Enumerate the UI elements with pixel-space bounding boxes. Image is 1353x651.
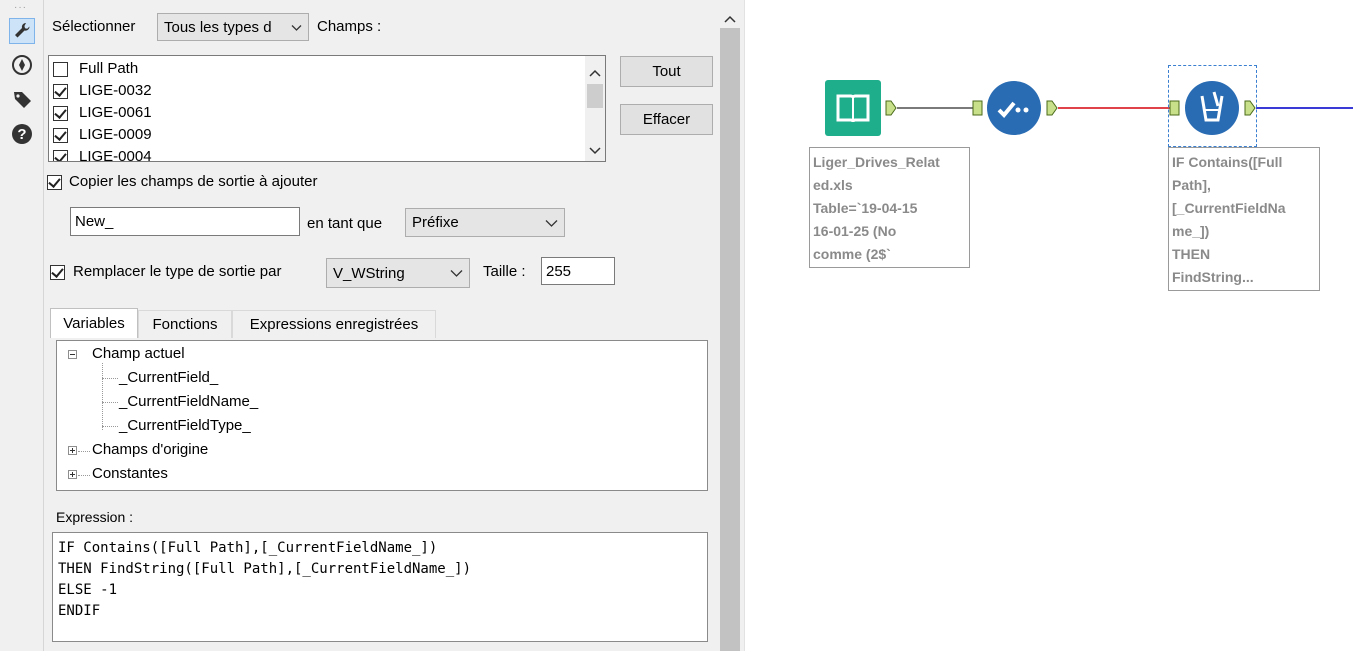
prefix-mode-dropdown[interactable]: Préfixe (405, 208, 565, 237)
clear-button[interactable]: Effacer (620, 104, 713, 135)
annotation-line: ed.xls (813, 177, 853, 193)
replace-type-label: Remplacer le type de sortie par (73, 263, 282, 280)
output-type-dropdown[interactable]: V_WString (326, 258, 470, 288)
size-input[interactable]: 255 (541, 257, 615, 285)
annotation-line: IF Contains([Full (1172, 154, 1283, 170)
type-filter-value: Tous les types d (164, 18, 272, 36)
input-tool-annotation: Liger_Drives_Relat ed.xls Table=`19-04-1… (809, 147, 970, 268)
chevron-down-icon[interactable] (589, 142, 601, 159)
field-list-scrollbar[interactable] (585, 56, 605, 161)
replace-type-checkbox[interactable] (50, 265, 65, 280)
chevron-up-icon[interactable] (589, 64, 601, 81)
select-all-button[interactable]: Tout (620, 56, 713, 87)
connector-formula-output (1256, 107, 1353, 109)
expression-line: ENDIF (58, 603, 101, 619)
chevron-down-icon (545, 214, 558, 231)
field-list[interactable]: Full Path LIGE-0032 LIGE-0061 LIGE-0009 … (48, 55, 606, 162)
expression-line: IF Contains([Full Path],[_CurrentFieldNa… (58, 540, 438, 556)
config-panel-scrollbar[interactable] (716, 0, 744, 651)
annotation-line: [_CurrentFieldNa (1172, 200, 1286, 216)
field-name: LIGE-0004 (79, 148, 152, 162)
tree-group-original-fields[interactable]: Champs d'origine (92, 441, 208, 459)
tree-connector (78, 475, 90, 476)
expression-editor[interactable]: IF Contains([Full Path],[_CurrentFieldNa… (52, 532, 708, 642)
tag-icon[interactable] (9, 86, 35, 112)
multi-field-formula-tool[interactable] (1184, 80, 1240, 136)
annotation-line: THEN (1172, 246, 1211, 262)
field-name: LIGE-0061 (79, 104, 152, 121)
field-list-scroll-thumb[interactable] (587, 84, 603, 108)
field-checkbox[interactable] (53, 84, 68, 99)
variables-tree[interactable]: Champ actuel _CurrentField_ _CurrentFiel… (56, 340, 708, 491)
config-panel-scroll-thumb[interactable] (720, 28, 740, 651)
tree-item-current-field-type[interactable]: _CurrentFieldType_ (119, 417, 251, 435)
connector-select-to-formula (1058, 107, 1170, 109)
field-name: Full Path (79, 60, 139, 77)
expression-line: ELSE -1 (58, 582, 118, 598)
annotation-line: me_]) (1172, 223, 1210, 239)
tree-connector (102, 402, 118, 403)
annotation-line: 16-01-25 (No (813, 223, 897, 239)
rail-grip-icon: ··· (14, 2, 27, 13)
input-anchor-icon[interactable] (1169, 100, 1181, 120)
tab-saved-expressions[interactable]: Expressions enregistrées (232, 310, 436, 338)
select-label: Sélectionner (52, 18, 136, 35)
annotation-line: Liger_Drives_Relat (813, 154, 940, 170)
output-anchor-icon[interactable] (1046, 100, 1058, 120)
annotation-line: Path], (1172, 177, 1211, 193)
tree-group-current-field[interactable]: Champ actuel (92, 345, 185, 363)
prefix-mode-value: Préfixe (412, 214, 459, 231)
tree-item-current-field[interactable]: _CurrentField_ (119, 369, 218, 387)
chevron-down-icon (291, 19, 302, 36)
fields-label: Champs : (317, 18, 382, 35)
expression-label: Expression : (56, 509, 134, 525)
navigate-icon[interactable] (9, 52, 35, 78)
tree-group-constants[interactable]: Constantes (92, 465, 168, 483)
tree-connector (102, 378, 118, 379)
svg-text:?: ? (17, 126, 26, 143)
field-checkbox[interactable] (53, 62, 68, 77)
expand-toggle-icon[interactable] (68, 470, 77, 479)
input-anchor-icon[interactable] (972, 100, 984, 120)
input-data-tool[interactable] (825, 80, 881, 136)
annotation-line: FindString... (1172, 269, 1254, 285)
output-anchor-icon[interactable] (885, 100, 897, 120)
tool-config-rail: ··· ? (0, 0, 44, 651)
formula-tool-annotation: IF Contains([Full Path], [_CurrentFieldN… (1168, 147, 1320, 291)
wrench-icon[interactable] (9, 18, 35, 44)
connector-input-to-select (897, 107, 973, 109)
tab-variables[interactable]: Variables (50, 308, 138, 338)
field-checkbox[interactable] (53, 150, 68, 161)
tree-item-current-field-name[interactable]: _CurrentFieldName_ (119, 393, 258, 411)
size-label: Taille : (483, 263, 526, 280)
field-checkbox[interactable] (53, 128, 68, 143)
output-anchor-icon[interactable] (1244, 100, 1256, 120)
expression-line: THEN FindString([Full Path],[_CurrentFie… (58, 561, 472, 577)
tree-connector (102, 426, 118, 427)
expand-toggle-icon[interactable] (68, 446, 77, 455)
prefix-input[interactable]: New_ (70, 207, 300, 236)
tab-functions[interactable]: Fonctions (138, 310, 232, 338)
output-type-value: V_WString (333, 264, 405, 282)
copy-output-checkbox[interactable] (47, 175, 62, 190)
copy-output-label: Copier les champs de sortie à ajouter (69, 173, 318, 190)
help-icon[interactable]: ? (9, 121, 35, 147)
field-name: LIGE-0009 (79, 126, 152, 143)
tree-connector (102, 363, 103, 430)
chevron-down-icon (450, 265, 463, 282)
annotation-line: comme (2$` (813, 246, 891, 262)
as-label: en tant que (307, 215, 383, 232)
annotation-line: Table=`19-04-15 (813, 200, 918, 216)
field-checkbox[interactable] (53, 106, 68, 121)
field-name: LIGE-0032 (79, 82, 152, 99)
collapse-toggle-icon[interactable] (68, 350, 77, 359)
tree-connector (78, 451, 90, 452)
type-filter-dropdown[interactable]: Tous les types d (157, 13, 309, 41)
chevron-up-icon[interactable] (724, 10, 736, 27)
select-tool[interactable] (986, 80, 1042, 136)
